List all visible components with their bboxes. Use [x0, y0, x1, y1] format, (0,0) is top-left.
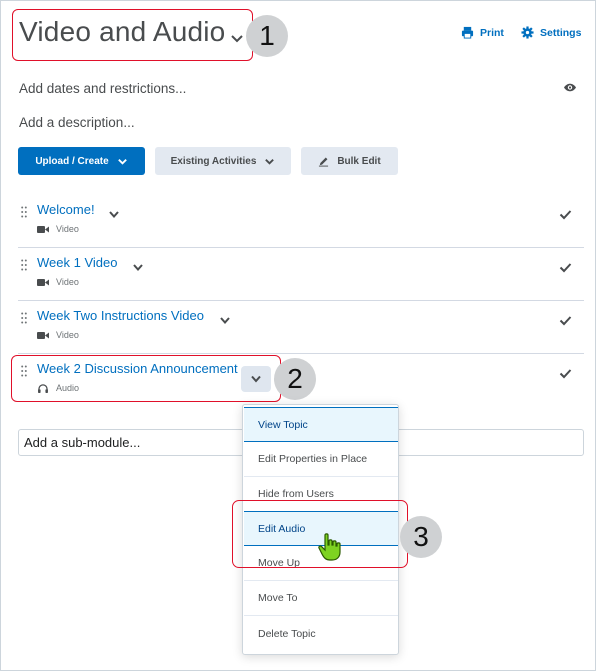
printer-icon	[461, 26, 474, 39]
video-camera-icon	[37, 225, 49, 233]
topic-title-link[interactable]: Welcome!	[37, 202, 95, 217]
checkmark-icon	[559, 210, 572, 220]
topic-type: Video	[37, 224, 79, 234]
chevron-down-icon[interactable]	[229, 30, 245, 46]
checkmark-icon	[559, 369, 572, 379]
bulk-edit-button[interactable]: Bulk Edit	[301, 147, 398, 175]
chevron-down-icon	[117, 158, 127, 165]
menu-item-view-topic[interactable]: View Topic	[244, 407, 398, 442]
settings-button[interactable]: Settings	[521, 26, 581, 39]
callout-badge-1: 1	[246, 15, 288, 57]
chevron-down-icon	[265, 158, 275, 165]
chevron-down-icon[interactable]	[218, 315, 232, 327]
gear-icon	[521, 26, 534, 39]
chevron-down-icon[interactable]	[107, 209, 121, 221]
video-camera-icon	[37, 278, 49, 286]
drag-handle-icon[interactable]	[21, 312, 27, 324]
menu-item-delete-topic[interactable]: Delete Topic	[244, 616, 398, 651]
eye-icon[interactable]	[563, 82, 577, 93]
topic-row[interactable]: Week 1 Video Video	[18, 248, 584, 301]
existing-activities-button[interactable]: Existing Activities	[155, 147, 291, 175]
add-description-link[interactable]: Add a description...	[19, 115, 135, 130]
callout-badge-3: 3	[400, 516, 442, 558]
callout-badge-2: 2	[274, 358, 316, 400]
chevron-down-icon	[251, 375, 261, 383]
hand-cursor-icon	[318, 533, 341, 561]
topic-type: Video	[37, 330, 79, 340]
settings-label: Settings	[540, 26, 582, 39]
existing-activities-label: Existing Activities	[170, 155, 257, 167]
drag-handle-icon[interactable]	[21, 206, 27, 218]
topic-title-link[interactable]: Week 1 Video	[37, 255, 117, 270]
video-camera-icon	[37, 331, 49, 339]
topic-row[interactable]: Week Two Instructions Video Video	[18, 301, 584, 354]
pencil-icon	[319, 157, 329, 167]
topic-type-label: Video	[56, 277, 79, 287]
topic-row[interactable]: Welcome! Video	[18, 195, 584, 248]
bulk-edit-label: Bulk Edit	[337, 155, 381, 167]
topic-type: Video	[37, 277, 79, 287]
print-button[interactable]: Print	[461, 26, 504, 39]
checkmark-icon	[559, 316, 572, 326]
topic-type-label: Video	[56, 330, 79, 340]
topic-type-label: Video	[56, 224, 79, 234]
topic-menu-button[interactable]	[241, 366, 271, 392]
menu-item-move-to[interactable]: Move To	[244, 581, 398, 616]
upload-create-label: Upload / Create	[35, 155, 109, 167]
checkmark-icon	[559, 263, 572, 273]
menu-item-edit-properties[interactable]: Edit Properties in Place	[244, 442, 398, 477]
topic-title-link[interactable]: Week Two Instructions Video	[37, 308, 204, 323]
page-title: Video and Audio	[19, 16, 226, 47]
chevron-down-icon[interactable]	[131, 262, 145, 274]
add-dates-link[interactable]: Add dates and restrictions...	[19, 81, 186, 96]
drag-handle-icon[interactable]	[21, 259, 27, 271]
print-label: Print	[480, 26, 504, 39]
upload-create-button[interactable]: Upload / Create	[18, 147, 145, 175]
